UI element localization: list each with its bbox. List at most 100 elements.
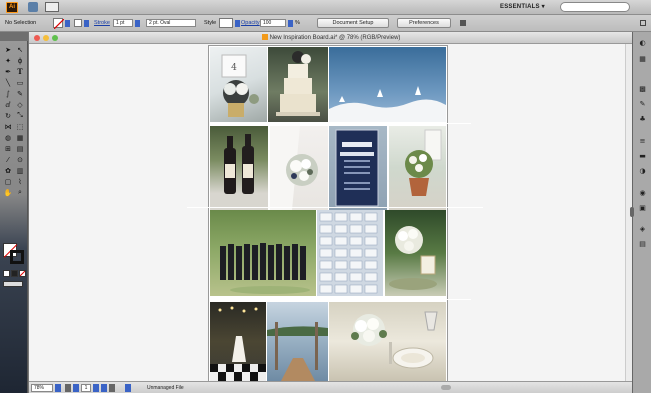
preferences-button[interactable]: Preferences (397, 18, 451, 28)
groomsmen-photo[interactable] (210, 210, 316, 296)
lasso-tool-icon[interactable]: ϕ (14, 55, 26, 66)
centerpiece-photo[interactable] (385, 210, 446, 296)
stroke-swatch[interactable] (74, 19, 82, 27)
zoom-tool-icon[interactable]: ⌕ (14, 187, 26, 198)
brush-profile-select[interactable]: 2 pt. Oval (146, 19, 196, 27)
layers-icon[interactable]: ◈ (637, 224, 648, 233)
type-tool-icon[interactable]: T (14, 66, 26, 77)
perspective-grid-tool-icon[interactable]: ▦ (14, 132, 26, 143)
fill-swatch[interactable] (53, 18, 65, 30)
scale-tool-icon[interactable]: ⤡ (14, 110, 26, 121)
horizontal-scroll-thumb[interactable] (441, 385, 451, 390)
wine-bottles-photo[interactable] (210, 126, 268, 210)
zoom-dropdown[interactable] (55, 384, 61, 392)
status-menu-button[interactable] (125, 384, 131, 392)
drawing-mode-icon[interactable] (3, 281, 23, 287)
document-title: New Inspiration Board.ai* @ 78% (RGB/Pre… (29, 34, 633, 41)
dock-collapse-handle[interactable] (630, 207, 634, 217)
line-tool-icon[interactable]: ╲ (2, 77, 14, 88)
panel-menu-icon[interactable] (640, 20, 646, 26)
canvas-area[interactable]: 4 (29, 44, 625, 382)
fill-dropdown[interactable] (65, 20, 70, 27)
align-icon[interactable] (460, 20, 466, 26)
document-setup-button[interactable]: Document Setup (317, 18, 389, 28)
help-search-input[interactable] (560, 2, 630, 12)
wedding-cake-photo[interactable] (268, 47, 328, 122)
rectangle-tool-icon[interactable]: ▭ (14, 77, 26, 88)
zoom-field[interactable]: 78% (31, 384, 53, 392)
stroke-icon[interactable]: ≡ (637, 136, 648, 145)
paintbrush-tool-icon[interactable]: ∫ (2, 88, 14, 99)
guide-line-1[interactable] (209, 123, 471, 124)
blend-tool-icon[interactable]: ⊙ (14, 154, 26, 165)
graphic-style-swatch[interactable] (219, 18, 233, 28)
color-mode-icon[interactable] (3, 270, 10, 277)
guide-line-2[interactable] (187, 207, 483, 208)
shape-builder-tool-icon[interactable]: ◍ (2, 132, 14, 143)
selection-tool-icon[interactable]: ➤ (2, 44, 14, 55)
first-artboard-button[interactable] (65, 384, 71, 392)
invitation-card-photo[interactable] (329, 126, 387, 210)
dance-floor-photo[interactable] (210, 302, 266, 381)
fill-stroke-widget[interactable] (3, 243, 25, 265)
arrange-documents-icon[interactable] (45, 2, 59, 12)
lake-dock-photo[interactable] (267, 302, 328, 381)
bouquet-photo[interactable] (270, 126, 328, 210)
brushes-icon[interactable]: ✎ (637, 99, 648, 108)
symbols-icon[interactable]: ♣ (637, 114, 648, 123)
pencil-tool-icon[interactable]: ✎ (14, 88, 26, 99)
stroke-weight-field[interactable]: 1 pt (113, 19, 133, 27)
document-titlebar: New Inspiration Board.ai* @ 78% (RGB/Pre… (29, 32, 633, 44)
opacity-dropdown[interactable] (288, 20, 293, 27)
guide-line-3[interactable] (209, 299, 471, 300)
gradient-mode-icon[interactable] (11, 270, 18, 277)
stroke-box[interactable] (10, 250, 24, 264)
next-artboard-button[interactable] (101, 384, 107, 392)
color-guide-icon[interactable]: ▦ (637, 54, 648, 63)
slice-tool-icon[interactable]: ⌇ (14, 176, 26, 187)
color-icon[interactable]: ◐ (637, 38, 648, 47)
graphic-styles-icon[interactable]: ▣ (637, 203, 648, 212)
artboards-icon[interactable]: ▤ (637, 239, 648, 248)
opacity-field[interactable]: 100 (260, 19, 286, 27)
rotate-tool-icon[interactable]: ↻ (2, 110, 14, 121)
none-mode-icon[interactable] (19, 270, 26, 277)
stroke-weight-dropdown[interactable] (135, 20, 140, 27)
opacity-label[interactable]: Opacity (241, 20, 260, 26)
escort-cards-photo[interactable] (317, 210, 383, 296)
workspace-switcher[interactable]: ESSENTIALS ▾ (500, 3, 545, 10)
style-dropdown[interactable] (235, 20, 240, 27)
artboard-number-field[interactable]: 1 (81, 384, 91, 392)
direct-selection-tool-icon[interactable]: ↖ (14, 44, 26, 55)
swatches-icon[interactable]: ▩ (637, 84, 648, 93)
stroke-label[interactable]: Stroke (94, 20, 110, 26)
gradient-icon[interactable]: ▬ (637, 151, 648, 160)
tools-panel-grip[interactable] (0, 32, 28, 41)
eyedropper-tool-icon[interactable]: ⁄ (2, 154, 14, 165)
eraser-tool-icon[interactable]: ◇ (14, 99, 26, 110)
blob-brush-tool-icon[interactable]: ⅆ (2, 99, 14, 110)
last-artboard-button[interactable] (109, 384, 115, 392)
free-transform-tool-icon[interactable]: ⬚ (14, 121, 26, 132)
mesh-tool-icon[interactable]: ⊞ (2, 143, 14, 154)
potted-plant-photo[interactable] (389, 126, 446, 210)
gradient-tool-icon[interactable]: ▤ (14, 143, 26, 154)
table-setting-photo[interactable] (329, 302, 446, 381)
symbol-sprayer-tool-icon[interactable]: ✿ (2, 165, 14, 176)
artboard-tool-icon[interactable]: ▢ (2, 176, 14, 187)
tent-ceiling-photo[interactable] (329, 47, 446, 122)
go-to-bridge-icon[interactable] (28, 2, 38, 12)
table-number-photo[interactable]: 4 (210, 47, 267, 122)
artboard[interactable]: 4 (187, 45, 483, 382)
transparency-icon[interactable]: ◑ (637, 166, 648, 175)
magic-wand-tool-icon[interactable]: ✦ (2, 55, 14, 66)
appearance-icon[interactable]: ◉ (637, 188, 648, 197)
hand-tool-icon[interactable]: ✋ (2, 187, 14, 198)
previous-artboard-button[interactable] (73, 384, 79, 392)
groomsmen-image (220, 243, 310, 294)
stroke-color-dropdown[interactable] (84, 20, 89, 27)
column-graph-tool-icon[interactable]: ▥ (14, 165, 26, 176)
width-tool-icon[interactable]: ⋈ (2, 121, 14, 132)
pen-tool-icon[interactable]: ✒ (2, 66, 14, 77)
artboard-dropdown[interactable] (93, 384, 99, 392)
